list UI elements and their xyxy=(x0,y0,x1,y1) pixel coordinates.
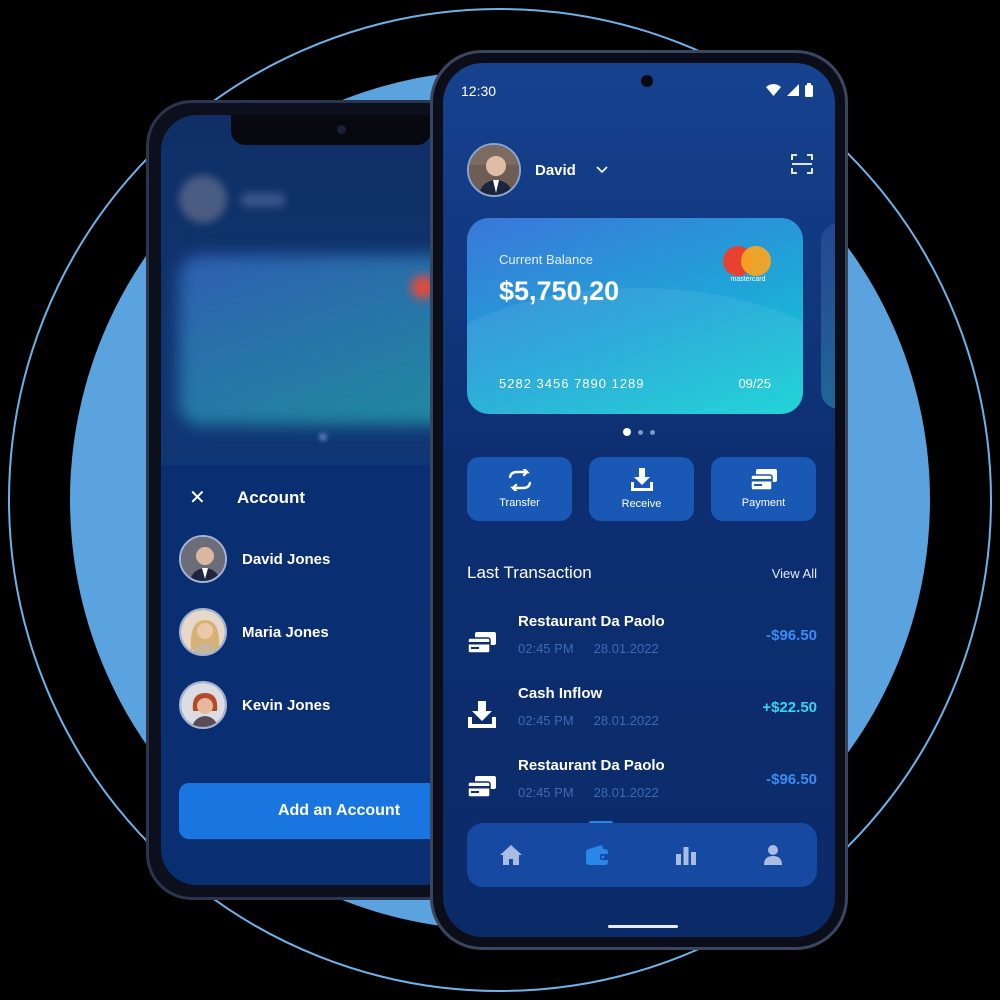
receive-button[interactable]: Receive xyxy=(589,457,694,521)
nav-stats[interactable] xyxy=(666,835,706,875)
transfer-icon xyxy=(508,469,531,491)
nav-wallet[interactable] xyxy=(578,835,618,875)
add-account-button[interactable]: Add an Account xyxy=(179,783,461,839)
transaction-time: 02:45 PM xyxy=(518,785,574,800)
card-number: 5282 3456 7890 1289 xyxy=(499,376,645,391)
cards-icon xyxy=(467,632,496,654)
account-name: Kevin Jones xyxy=(242,696,331,714)
wifi-icon xyxy=(766,84,781,96)
cards-icon xyxy=(749,469,777,491)
avatar xyxy=(179,681,227,729)
blurred-name xyxy=(241,193,285,207)
front-phone: 12:30 David Current Balance $5,750,20 ma… xyxy=(430,50,848,950)
account-item[interactable]: Kevin Jones xyxy=(179,681,330,729)
front-phone-screen: 12:30 David Current Balance $5,750,20 ma… xyxy=(443,63,835,937)
transaction-item[interactable]: Restaurant Da Paolo 02:45 PM 28.01.2022 … xyxy=(467,613,817,673)
home-indicator[interactable] xyxy=(608,925,678,928)
transaction-amount: -$96.50 xyxy=(766,627,817,644)
transaction-item[interactable]: Cash Inflow 02:45 PM 28.01.2022 +$22.50 xyxy=(467,685,817,745)
transaction-date: 28.01.2022 xyxy=(593,785,659,800)
action-label: Payment xyxy=(741,497,786,509)
nav-profile[interactable] xyxy=(753,835,793,875)
camera-icon xyxy=(337,125,346,134)
payment-button[interactable]: Payment xyxy=(711,457,816,521)
account-name: David Jones xyxy=(242,550,331,568)
page-dot-active[interactable] xyxy=(623,428,631,436)
balance-label: Current Balance xyxy=(499,252,593,267)
avatar xyxy=(179,608,227,656)
transaction-title: Restaurant Da Paolo xyxy=(518,613,665,630)
wallet-icon xyxy=(586,845,611,865)
transaction-meta: 02:45 PM 28.01.2022 xyxy=(518,713,659,728)
nav-home[interactable] xyxy=(491,835,531,875)
card-expiry: 09/25 xyxy=(738,376,771,391)
scan-icon[interactable] xyxy=(791,154,813,174)
balance-card[interactable]: Current Balance $5,750,20 mastercard 528… xyxy=(467,218,803,414)
section-title: Last Transaction xyxy=(467,563,592,582)
transaction-time: 02:45 PM xyxy=(518,713,574,728)
balance-amount: $5,750,20 xyxy=(499,276,620,306)
signal-icon xyxy=(787,84,799,96)
status-time: 12:30 xyxy=(461,83,497,99)
profile-name: David xyxy=(535,161,576,179)
action-label: Transfer xyxy=(499,497,540,509)
card-page-indicator xyxy=(623,428,655,436)
app-showcase: ✕ Account David Jones Maria Jones Kevin … xyxy=(0,0,1000,1000)
download-icon xyxy=(468,701,496,728)
transfer-button[interactable]: Transfer xyxy=(467,457,572,521)
next-card-peek[interactable] xyxy=(821,223,835,409)
camera-icon xyxy=(641,75,653,87)
back-phone-screen: ✕ Account David Jones Maria Jones Kevin … xyxy=(161,115,461,885)
transaction-item[interactable]: Restaurant Da Paolo 02:45 PM 28.01.2022 … xyxy=(467,757,817,817)
card-brand: mastercard xyxy=(730,276,766,283)
account-sheet-header: ✕ Account xyxy=(189,485,305,510)
status-icons xyxy=(766,83,813,97)
account-item[interactable]: David Jones xyxy=(179,535,330,583)
profile-switcher[interactable]: David xyxy=(467,143,608,197)
phone-notch xyxy=(231,115,431,145)
avatar xyxy=(179,535,227,583)
cards-icon xyxy=(467,776,496,798)
transaction-time: 02:45 PM xyxy=(518,641,574,656)
transaction-date: 28.01.2022 xyxy=(593,713,659,728)
avatar xyxy=(467,143,521,197)
transaction-amount: +$22.50 xyxy=(762,699,817,716)
user-icon xyxy=(764,845,783,865)
account-item[interactable]: Maria Jones xyxy=(179,608,329,656)
chart-icon xyxy=(675,847,696,865)
blurred-avatar xyxy=(179,175,227,223)
transactions-header: Last Transaction View All xyxy=(467,563,817,583)
home-icon xyxy=(499,845,522,865)
view-all-link[interactable]: View All xyxy=(772,566,817,581)
quick-actions: Transfer Receive Payment xyxy=(467,457,816,521)
back-phone: ✕ Account David Jones Maria Jones Kevin … xyxy=(146,100,476,900)
close-icon[interactable]: ✕ xyxy=(189,485,206,510)
page-dot[interactable] xyxy=(650,429,655,435)
mastercard-logo: mastercard xyxy=(723,246,773,286)
chevron-down-icon[interactable] xyxy=(596,166,608,174)
transaction-meta: 02:45 PM 28.01.2022 xyxy=(518,641,659,656)
download-icon xyxy=(630,468,653,491)
bottom-nav xyxy=(467,823,817,887)
transaction-meta: 02:45 PM 28.01.2022 xyxy=(518,785,659,800)
transaction-title: Restaurant Da Paolo xyxy=(518,757,665,774)
account-sheet: ✕ Account David Jones Maria Jones Kevin … xyxy=(161,465,461,885)
page-dot[interactable] xyxy=(638,429,643,435)
transaction-amount: -$96.50 xyxy=(766,771,817,788)
battery-icon xyxy=(805,83,813,97)
account-sheet-title: Account xyxy=(237,487,305,507)
blurred-background xyxy=(161,115,461,465)
blurred-indicator xyxy=(319,433,327,441)
account-name: Maria Jones xyxy=(242,623,329,641)
transaction-date: 28.01.2022 xyxy=(593,641,659,656)
action-label: Receive xyxy=(621,498,662,510)
transaction-title: Cash Inflow xyxy=(518,685,603,702)
